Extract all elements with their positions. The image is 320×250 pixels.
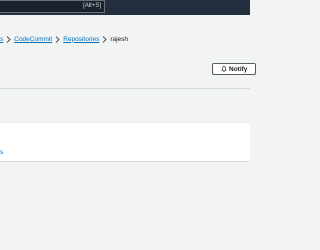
panel-partial-link[interactable]: s (0, 149, 3, 156)
search-input[interactable]: [Alt+S] (0, 0, 105, 13)
section-divider (0, 88, 250, 89)
chevron-right-icon (55, 35, 60, 43)
notify-button-label: Notify (229, 65, 248, 73)
notify-button[interactable]: Notify (212, 63, 256, 75)
breadcrumb-item-current: rajesh (110, 35, 129, 43)
breadcrumb: s CodeCommit Repositories rajesh (0, 34, 128, 44)
repository-details-panel (0, 122, 250, 162)
breadcrumb-item-codecommit[interactable]: CodeCommit (14, 36, 52, 43)
top-navigation-bar: [Alt+S] (0, 0, 250, 15)
breadcrumb-item-repositories[interactable]: Repositories (63, 36, 99, 43)
search-shortcut-hint: [Alt+S] (83, 3, 101, 9)
chevron-right-icon (102, 35, 108, 43)
breadcrumb-item-service[interactable]: s (0, 36, 3, 43)
chevron-right-icon (6, 35, 12, 43)
bell-icon (221, 66, 227, 72)
